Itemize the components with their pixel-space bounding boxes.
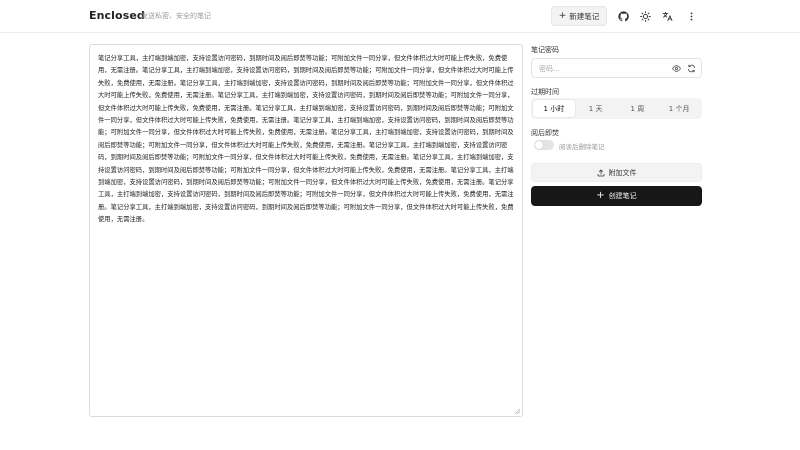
expiration-option-1w[interactable]: 1 周 — [617, 100, 659, 117]
expiration-option-1h[interactable]: 1 小时 — [533, 100, 575, 117]
plus-icon: + — [558, 10, 567, 21]
top-bar: Enclosed 发送私密、安全的笔记 + 新建笔记 — [0, 0, 800, 33]
sun-icon[interactable] — [635, 6, 655, 26]
password-input[interactable] — [539, 63, 667, 74]
more-vertical-icon[interactable] — [681, 6, 701, 26]
toggle-knob — [535, 141, 543, 149]
password-field[interactable] — [531, 58, 702, 78]
translate-icon[interactable] — [657, 6, 677, 26]
expiration-option-1d[interactable]: 1 天 — [575, 100, 617, 117]
burn-after-reading-label: 阅后即焚 — [531, 129, 559, 137]
new-note-button[interactable]: + 新建笔记 — [551, 6, 607, 26]
burn-toggle-text[interactable]: 阅读后删除笔记 — [559, 141, 605, 151]
eye-icon[interactable] — [671, 63, 682, 74]
note-editor[interactable]: 笔记分享工具，主打端到端加密，支持设置访问密码，到期时间及阅后即焚等功能；可附加… — [89, 44, 523, 417]
password-label: 笔记密码 — [531, 46, 559, 54]
new-note-label: 新建笔记 — [569, 11, 600, 21]
attach-file-button[interactable]: 附加文件 — [531, 163, 702, 182]
expiration-selector: 1 小时 1 天 1 周 1 个月 — [531, 98, 702, 119]
refresh-icon[interactable] — [686, 63, 697, 74]
expiration-label: 过期时间 — [531, 88, 559, 96]
tagline: 发送私密、安全的笔记 — [141, 12, 211, 20]
resize-grip-icon[interactable] — [514, 408, 520, 414]
create-note-button[interactable]: + 创建笔记 — [531, 186, 702, 206]
brand-logo[interactable]: Enclosed — [89, 9, 145, 22]
burn-after-reading-toggle[interactable] — [534, 140, 554, 150]
expiration-option-1m[interactable]: 1 个月 — [658, 100, 700, 117]
attach-file-label: 附加文件 — [608, 168, 637, 177]
upload-icon — [597, 169, 604, 176]
plus-icon: + — [596, 190, 605, 201]
note-content[interactable]: 笔记分享工具，主打端到端加密，支持设置访问密码，到期时间及阅后即焚等功能；可附加… — [98, 53, 514, 227]
github-icon[interactable] — [613, 6, 633, 26]
create-note-label: 创建笔记 — [608, 192, 637, 200]
